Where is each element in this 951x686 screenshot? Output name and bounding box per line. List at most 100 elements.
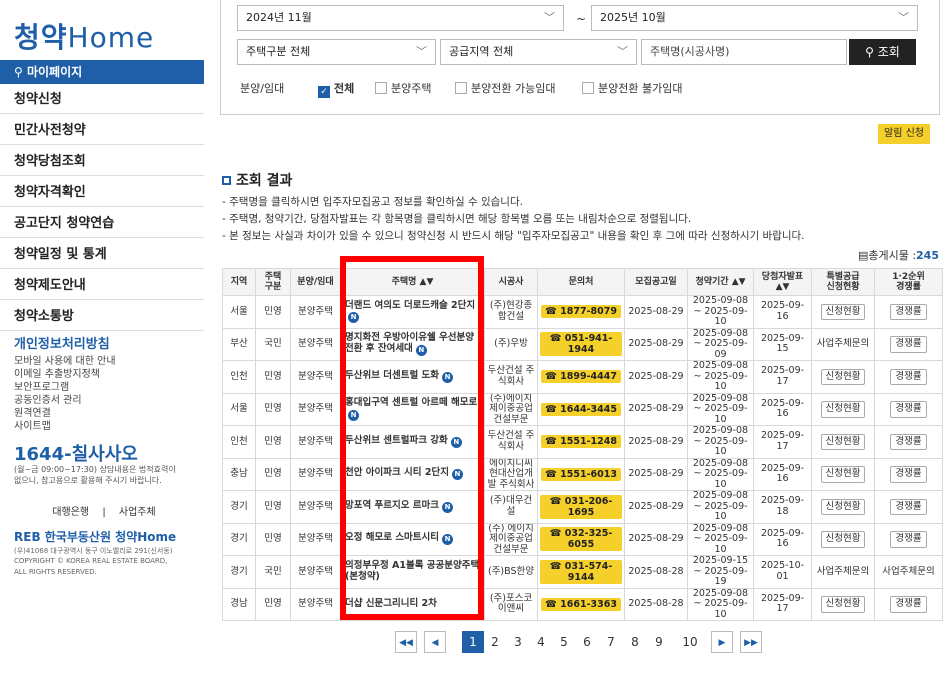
phone-number[interactable]: ☎ 1551-1248 — [541, 435, 621, 449]
competition-rate-button[interactable]: 경쟁률 — [890, 433, 927, 450]
footer-link-sitemap[interactable]: 사이트맵 — [14, 417, 51, 432]
site-logo[interactable]: 청약Home — [14, 16, 154, 56]
house-name-link[interactable]: 망포역 푸르지오 르마크 N — [340, 490, 485, 524]
side-menu-private-presale[interactable]: 민간사전청약 — [0, 117, 204, 145]
mypage-button[interactable]: ⚲ 마이페이지 — [0, 60, 204, 84]
winner-date-cell-text: 2025-09-16 — [760, 397, 805, 420]
house-name-link[interactable]: 더랜드 여의도 더로드캐슬 2단지N — [340, 295, 485, 329]
special-status-button[interactable]: 신청현황 — [820, 596, 866, 613]
house-name-input[interactable]: 주택명(시공사명) — [641, 39, 847, 65]
side-menu-apply[interactable]: 청약신청 — [0, 86, 204, 114]
header-row: 지역 주택 구분 분양/임대 주택명 ▲▼ 시공사 문의처 모집공고일 청약기간 ▲▼ 당첨자발… — [222, 268, 943, 296]
side-menu-system-guide[interactable]: 청약제도안내 — [0, 272, 204, 300]
house-name-link[interactable]: 오정 해모로 스마트시티 N — [340, 522, 485, 556]
special-status-button[interactable]: 신청현황 — [820, 401, 866, 418]
agency-link[interactable]: 사업주체 — [119, 507, 156, 518]
page-number-button[interactable]: 6 — [578, 631, 596, 653]
region-select[interactable]: 공급지역 전체 ﹀ — [440, 39, 637, 65]
next-page-button[interactable]: ▶ — [711, 631, 733, 653]
page-number-button[interactable]: 5 — [555, 631, 573, 653]
house-name-link[interactable]: 두산위브 더센트럴 도화 N — [340, 360, 485, 394]
house-name-link[interactable]: 홍대입구역 센트럴 아르떼 해모로N — [340, 392, 485, 426]
chevron-down-icon: ﹀ — [544, 11, 555, 24]
prev-page-button[interactable]: ◀ — [424, 631, 446, 653]
competition-rate-button[interactable]: 경쟁률 — [890, 498, 927, 515]
bank-link[interactable]: 대행은행 — [52, 507, 89, 518]
alert-subscribe-button[interactable]: 알림 신청 — [878, 124, 930, 144]
page-number-button[interactable]: 4 — [532, 631, 550, 653]
side-menu-eligibility[interactable]: 청약자격확인 — [0, 179, 204, 207]
phone-number[interactable]: ☎ 1644-3445 — [541, 402, 621, 416]
competition-rate-button[interactable]: 경쟁률 — [890, 368, 927, 385]
competition-rate-button[interactable]: 경쟁률 — [890, 596, 927, 613]
contact-cell: ☎ 1899-4447 — [537, 360, 625, 394]
house-name-link[interactable]: 두산위브 센트럴파크 강화 N — [340, 425, 485, 459]
special-status-button[interactable]: 신청현황 — [820, 531, 866, 548]
phone-number[interactable]: ☎ 031-574-9144 — [540, 559, 622, 584]
builder-cell-text: 에이치디씨현대산업개발 주식회사 — [487, 458, 535, 490]
phone-number[interactable]: ☎ 1661-3363 — [541, 597, 621, 611]
apply-period-cell-text: 2025-09-08 ~ 2025-09-10 — [692, 458, 749, 490]
special-status-button[interactable]: 신청현황 — [820, 498, 866, 515]
page-number-button[interactable]: 3 — [509, 631, 527, 653]
competition-rate-button[interactable]: 경쟁률 — [890, 466, 927, 483]
page-number-button[interactable]: 1 — [462, 631, 484, 653]
builder-cell-text: (주)포스코이앤씨 — [489, 592, 533, 615]
competition-rate-button[interactable]: 경쟁률 — [890, 336, 927, 353]
house-type-select[interactable]: 주택구분 전체 ﹀ — [237, 39, 436, 65]
special-status-button[interactable]: 신청현황 — [820, 303, 866, 320]
house-name-link[interactable]: 천안 아이파크 시티 2단지 N — [340, 457, 485, 491]
privacy-policy-link[interactable]: 개인정보처리방침 — [14, 333, 110, 352]
page-number-button[interactable]: 2 — [486, 631, 504, 653]
square-bullet-icon — [222, 176, 231, 185]
side-menu-schedule-stats[interactable]: 청약일정 및 통계 — [0, 241, 204, 269]
phone-number[interactable]: ☎ 031-206-1695 — [540, 494, 622, 519]
special-status-text-cell: 사업주체문의 — [811, 327, 875, 361]
page-number-button[interactable]: 7 — [602, 631, 620, 653]
special-status-button[interactable]: 신청현황 — [820, 368, 866, 385]
phone-number[interactable]: ☎ 032-325-6055 — [540, 527, 622, 552]
mypage-label: 마이페이지 — [26, 65, 83, 79]
side-menu-practice[interactable]: 공고단지 청약연습 — [0, 210, 204, 238]
page-number-button[interactable]: 9 — [650, 631, 668, 653]
builder-cell-text: (주) 에이치제이중공업 건설부문 — [488, 523, 534, 555]
column-header[interactable]: 주택명 ▲▼ — [340, 268, 485, 296]
competition-rate-button-cell: 경쟁률 — [874, 587, 943, 621]
house-name-link-text: 더샵 신문그리니티 2차 — [345, 598, 437, 609]
page-number-button[interactable]: 8 — [626, 631, 644, 653]
first-page-button[interactable]: ◀◀ — [395, 631, 417, 653]
builder-cell: (주)에이치제이중공업 건설부문 — [484, 392, 538, 426]
check-all-label: 전체 — [334, 82, 355, 95]
region-cell: 경기 — [222, 522, 256, 556]
date-to-select[interactable]: 2025년 10월 ﹀ — [591, 5, 918, 31]
special-status-button[interactable]: 신청현황 — [820, 466, 866, 483]
phone-number[interactable]: ☎ 1899-4447 — [541, 370, 621, 384]
house-name-link-text: 오정 해모로 스마트시티 — [345, 532, 440, 544]
house-name-link[interactable]: 명지화전 우방아이유쉘 우선분양전환 후 잔여세대 N — [340, 327, 485, 361]
competition-rate-button[interactable]: 경쟁률 — [890, 531, 927, 548]
check-convertible-rent[interactable]: 분양전환 가능임대 — [455, 80, 555, 96]
competition-rate-button[interactable]: 경쟁률 — [890, 303, 927, 320]
check-sale-house[interactable]: 분양주택 — [375, 80, 431, 96]
side-menu-winner-check[interactable]: 청약당첨조회 — [0, 148, 204, 176]
side-menu-community[interactable]: 청약소통방 — [0, 303, 204, 331]
winner-date-cell: 2025-09-16 — [753, 522, 812, 556]
competition-rate-button[interactable]: 경쟁률 — [890, 401, 927, 418]
page-number-button[interactable]: 10 — [677, 631, 703, 653]
house-name-link[interactable]: 의정부우정 A1블록 공공분양주택(본청약) — [340, 555, 485, 589]
sale-type-cell: 분양주택 — [290, 295, 341, 329]
winner-date-cell: 2025-10-01 — [753, 555, 812, 589]
last-page-button[interactable]: ▶▶ — [740, 631, 762, 653]
phone-number[interactable]: ☎ 1877-8079 — [541, 305, 621, 319]
check-nonconvertible-rent[interactable]: 분양전환 불가임대 — [582, 80, 682, 96]
check-all[interactable]: ✓ 전체 — [318, 80, 354, 98]
special-status-button[interactable]: 신청현황 — [820, 433, 866, 450]
date-from-select[interactable]: 2024년 11월 ﹀ — [237, 5, 564, 31]
region-cell: 서울 — [222, 295, 256, 329]
column-header[interactable]: 당첨자발표 ▲▼ — [753, 268, 812, 296]
phone-number[interactable]: ☎ 1551-6013 — [541, 467, 621, 481]
house-name-link[interactable]: 더샵 신문그리니티 2차 — [340, 587, 485, 621]
column-header[interactable]: 청약기간 ▲▼ — [687, 268, 754, 296]
search-button[interactable]: ⚲ 조회 — [849, 39, 916, 65]
phone-number[interactable]: ☎ 051-941-1944 — [540, 332, 622, 357]
